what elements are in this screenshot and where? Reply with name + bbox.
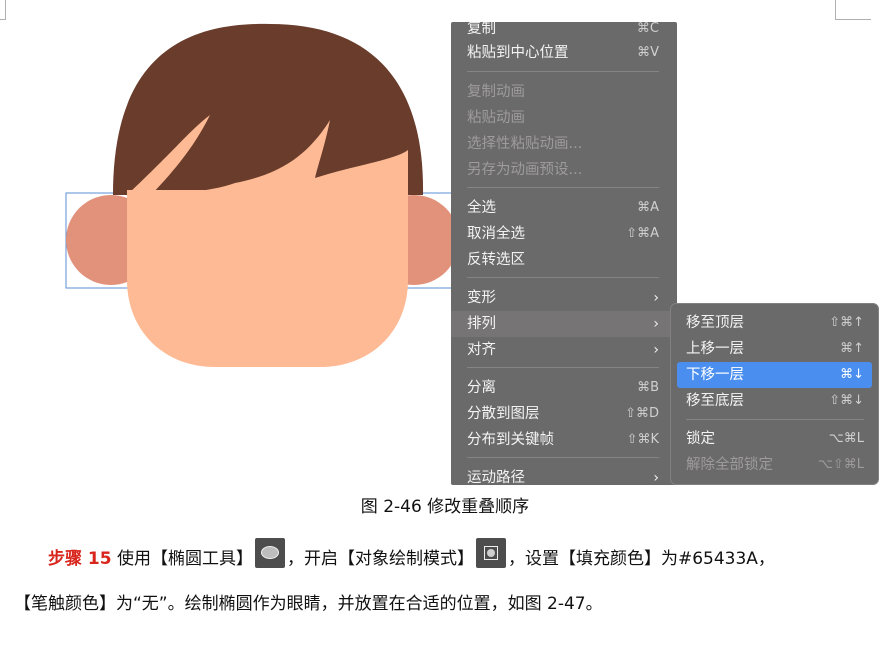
menu-item-motion-path[interactable]: 运动路径 › xyxy=(451,465,677,485)
paragraph-text: ，开启【对象绘制模式】 xyxy=(286,549,474,569)
menu-separator xyxy=(686,419,864,420)
menu-item-break-apart[interactable]: 分离 ⌘B xyxy=(451,375,677,401)
menu-separator xyxy=(467,71,659,72)
object-drawing-mode-icon xyxy=(475,538,506,568)
menu-item-paste-motion: 粘贴动画 xyxy=(467,110,525,126)
step-label: 步骤 15 xyxy=(48,549,112,569)
chevron-right-icon: › xyxy=(653,316,659,332)
submenu-item-bring-forward[interactable]: 上移一层 ⌘↑ xyxy=(671,336,878,362)
step-paragraph-line-2: 【笔触颜色】为“无”。绘制椭圆作为眼睛，并放置在合适的位置，如图 2-47。 xyxy=(14,594,603,614)
face-shape xyxy=(127,190,408,367)
submenu-item-send-backward[interactable]: 下移一层 ⌘↓ xyxy=(677,362,872,388)
oval-tool-icon xyxy=(254,538,285,568)
menu-item-paste-motion-special: 选择性粘贴动画... xyxy=(467,136,583,152)
menu-separator xyxy=(467,457,659,458)
menu-item-copy[interactable]: 复制 ⌘C xyxy=(451,22,677,42)
menu-item-transform[interactable]: 变形 › xyxy=(451,285,677,311)
context-menu: 复制 ⌘C 粘贴到中心位置 ⌘V 复制动画 粘贴动画 选择性粘贴动画... 另存为动… xyxy=(451,22,677,485)
menu-item-paste-center[interactable]: 粘贴到中心位置 ⌘V xyxy=(451,40,677,66)
menu-separator xyxy=(467,367,659,368)
menu-item-align[interactable]: 对齐 › xyxy=(451,337,677,363)
menu-item-distribute-to-keyframes[interactable]: 分布到关键帧 ⇧⌘K xyxy=(451,427,677,453)
submenu-item-unlock-all: 解除全部锁定 ⌥⇧⌘L xyxy=(686,457,864,473)
menu-item-save-motion-preset: 另存为动画预设... xyxy=(467,162,583,178)
chevron-right-icon: › xyxy=(653,342,659,358)
figure-2-46: 复制 ⌘C 粘贴到中心位置 ⌘V 复制动画 粘贴动画 选择性粘贴动画... 另存为动… xyxy=(0,0,890,485)
menu-item-invert-selection[interactable]: 反转选区 xyxy=(451,247,677,273)
menu-item-arrange[interactable]: 排列 › xyxy=(451,311,677,337)
step-paragraph-line-1: 步骤 15 使用【椭圆工具】 ，开启【对象绘制模式】 ，设置【填充颜色】为#6543… xyxy=(48,538,775,574)
arrange-submenu: 移至顶层 ⇧⌘↑ 上移一层 ⌘↑ 下移一层 ⌘↓ 移至底层 ⇧⌘↓ 锁定 ⌥⌘L 解除全部… xyxy=(670,303,879,485)
menu-separator xyxy=(467,187,659,188)
chevron-right-icon: › xyxy=(653,290,659,306)
menu-separator xyxy=(467,277,659,278)
submenu-item-send-to-back[interactable]: 移至底层 ⇧⌘↓ xyxy=(671,388,878,414)
paragraph-text: 使用【椭圆工具】 xyxy=(116,549,253,569)
chevron-right-icon: › xyxy=(653,470,659,485)
menu-item-select-all[interactable]: 全选 ⌘A xyxy=(451,195,677,221)
submenu-item-lock[interactable]: 锁定 ⌥⌘L xyxy=(671,426,878,452)
menu-item-copy-motion: 复制动画 xyxy=(467,84,525,100)
menu-item-distribute-to-layers[interactable]: 分散到图层 ⇧⌘D xyxy=(451,401,677,427)
submenu-item-bring-to-front[interactable]: 移至顶层 ⇧⌘↑ xyxy=(671,310,878,336)
menu-item-deselect-all[interactable]: 取消全选 ⇧⌘A xyxy=(451,221,677,247)
paragraph-text: ，设置【填充颜色】为#65433A， xyxy=(507,549,775,569)
figure-caption: 图 2-46 修改重叠顺序 xyxy=(360,497,530,517)
